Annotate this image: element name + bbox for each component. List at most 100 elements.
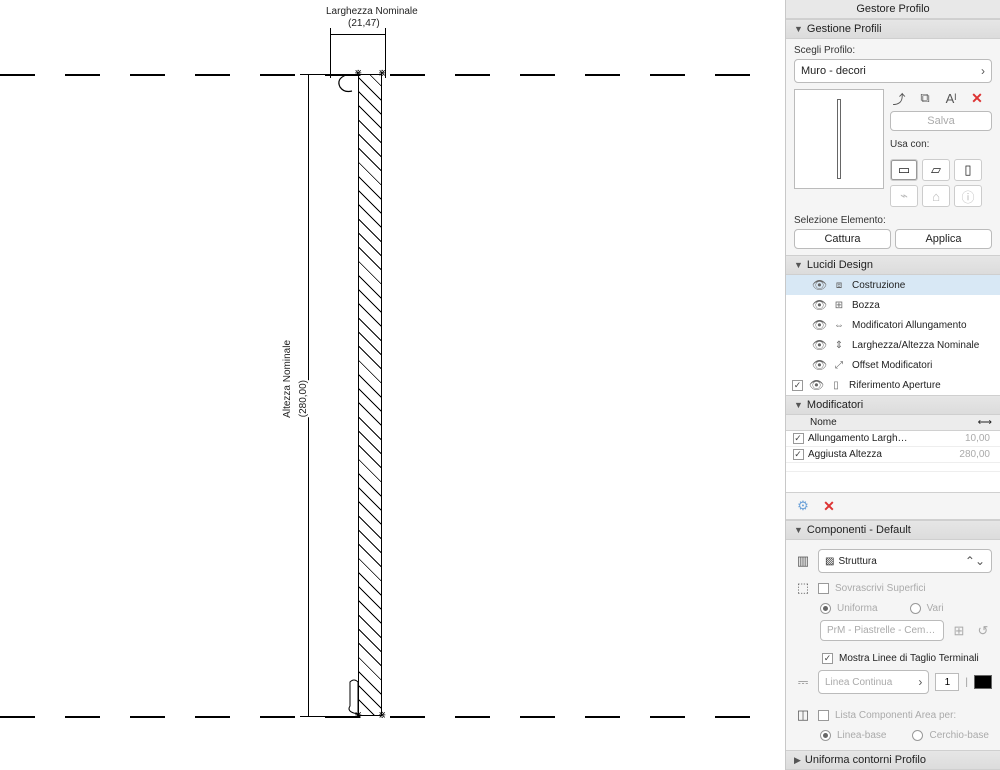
layer-row-offset[interactable]: 👁⤢Offset Modificatori [786, 355, 1000, 375]
line-style-icon: ⎓ [794, 673, 812, 691]
layer-row-costruzione[interactable]: 👁⧈Costruzione [786, 275, 1000, 295]
layer-row-larghezza-altezza[interactable]: 👁⇕Larghezza/Altezza Nominale [786, 335, 1000, 355]
section-label: Lucidi Design [807, 259, 873, 271]
material-combo[interactable]: PrM - Piastrelle - Cem… [820, 620, 944, 641]
eye-icon[interactable]: 👁 [812, 318, 826, 332]
layer-icon: ▯ [829, 380, 843, 391]
use-with-label: Usa con: [890, 139, 992, 150]
use-with-column[interactable]: ▯ [954, 159, 982, 181]
marker-x: ⋇ [378, 68, 386, 79]
dim-width-extent-left [330, 28, 331, 78]
section-label: Modificatori [807, 399, 863, 411]
selection-element-label: Selezione Elemento: [794, 215, 992, 226]
eye-icon[interactable]: 👁 [812, 358, 826, 372]
use-with-other[interactable]: ⓘ [954, 185, 982, 207]
apply-button[interactable]: Applica [895, 229, 992, 249]
disclosure-triangle-icon: ▼ [794, 400, 803, 410]
use-with-wall[interactable]: ▭ [890, 159, 918, 181]
layer-checkbox[interactable]: ✓ [792, 380, 803, 391]
eye-icon[interactable]: 👁 [812, 278, 826, 292]
disclosure-triangle-icon: ▼ [794, 260, 803, 270]
lista-componenti-checkbox[interactable] [818, 710, 829, 721]
linea-continua-combo[interactable]: Linea Continua› [818, 670, 929, 694]
profile-editor-canvas[interactable]: Larghezza Nominale (21,47) Altezza Nomin… [0, 0, 785, 770]
chevron-updown-icon: ⌃⌄ [965, 554, 985, 568]
marker-x: ⋇ [354, 68, 362, 79]
struttura-combo[interactable]: ▨Struttura ⌃⌄ [818, 549, 992, 573]
eye-icon[interactable]: 👁 [812, 298, 826, 312]
modifier-row[interactable]: ✓ Aggiusta Altezza 280,00 [786, 447, 1000, 463]
disclosure-triangle-icon: ▼ [794, 24, 803, 34]
mostra-linee-checkbox[interactable]: ✓ [822, 653, 833, 664]
save-button[interactable]: Salva [890, 111, 992, 131]
component-toolbar: ⚙ ✕ [786, 493, 1000, 520]
layer-row-riferimento-aperture[interactable]: ✓👁▯Riferimento Aperture [786, 375, 1000, 395]
layer-icon: ⇕ [832, 340, 846, 351]
panel-title: Gestore Profilo [786, 0, 1000, 19]
choose-profile-label: Scegli Profilo: [794, 45, 992, 56]
use-with-rail[interactable]: ⌁ [890, 185, 918, 207]
wall-profile[interactable] [358, 74, 382, 716]
hatch-icon: ▨ [825, 556, 834, 567]
modifier-row-empty [786, 463, 1000, 472]
marker-x: ⋇ [354, 710, 362, 721]
new-profile-icon[interactable]: ⤴ [890, 89, 908, 107]
capture-button[interactable]: Cattura [794, 229, 891, 249]
component-delete-icon[interactable]: ✕ [820, 497, 838, 515]
modifier-checkbox[interactable]: ✓ [793, 433, 804, 444]
section-lucidi-design[interactable]: ▼ Lucidi Design [786, 255, 1000, 275]
radio-uniforma[interactable] [820, 603, 831, 614]
area-icon: ◫ [794, 706, 812, 724]
col-name: Nome [810, 417, 946, 428]
section-gestione-profili[interactable]: ▼ Gestione Profili [786, 19, 1000, 39]
modifier-blank-area [786, 472, 1000, 493]
profile-combo-value: Muro - decori [801, 65, 866, 77]
structure-icon: ▥ [794, 552, 812, 570]
eye-icon[interactable]: 👁 [809, 378, 823, 392]
dim-width-label: Larghezza Nominale [324, 6, 420, 17]
dim-height-tick-top [300, 74, 332, 75]
disclosure-triangle-icon: ▼ [794, 525, 803, 535]
sovrascrivi-checkbox[interactable] [818, 583, 829, 594]
section-componenti[interactable]: ▼ Componenti - Default [786, 520, 1000, 540]
profile-preview[interactable] [794, 89, 884, 189]
layer-list: 👁⧈Costruzione 👁⊞Bozza 👁⇔Modificatori All… [786, 275, 1000, 395]
dim-height-tick-bottom [300, 716, 332, 717]
delete-profile-icon[interactable]: ✕ [968, 89, 986, 107]
layer-icon: ⇔ [832, 320, 846, 331]
material-reset-icon[interactable]: ↺ [974, 622, 992, 640]
section-label: Gestione Profili [807, 23, 882, 35]
dim-height-value: (280,00) [296, 380, 311, 417]
section-uniforma-contorni[interactable]: ▶ Uniforma contorni Profilo [786, 750, 1000, 770]
profile-manager-panel: Gestore Profilo ▼ Gestione Profili Scegl… [785, 0, 1000, 770]
layer-icon: ⤢ [832, 360, 846, 371]
col-value-icon: ⟷ [946, 417, 992, 428]
duplicate-profile-icon[interactable]: ⧉ [916, 89, 934, 107]
line-color-swatch[interactable] [974, 675, 992, 689]
layer-row-bozza[interactable]: 👁⊞Bozza [786, 295, 1000, 315]
radio-linea-base[interactable] [820, 730, 831, 741]
disclosure-triangle-icon: ▶ [794, 755, 801, 766]
radio-vari[interactable] [910, 603, 921, 614]
line-weight-input[interactable] [935, 673, 959, 691]
rename-profile-icon[interactable]: Aᴵ [942, 89, 960, 107]
section-modificatori[interactable]: ▼ Modificatori [786, 395, 1000, 415]
guide-line-bottom [0, 716, 780, 718]
layer-icon: ⧈ [832, 280, 846, 291]
section-label: Uniforma contorni Profilo [805, 754, 926, 766]
component-settings-icon[interactable]: ⚙ [794, 497, 812, 515]
layer-icon: ⊞ [832, 300, 846, 311]
section-label: Componenti - Default [807, 524, 911, 536]
material-picker-icon[interactable]: ⊞ [950, 622, 968, 640]
modifier-checkbox[interactable]: ✓ [793, 449, 804, 460]
use-with-object[interactable]: ⌂ [922, 185, 950, 207]
layer-row-modificatori-allungamento[interactable]: 👁⇔Modificatori Allungamento [786, 315, 1000, 335]
use-with-beam[interactable]: ▱ [922, 159, 950, 181]
radio-cerchio-base[interactable] [912, 730, 923, 741]
modifiers-header: Nome ⟷ [786, 415, 1000, 431]
profile-combo[interactable]: Muro - decori › [794, 59, 992, 83]
dim-width-value: (21,47) [346, 18, 382, 29]
modifier-row[interactable]: ✓ Allungamento Largh… 10,00 [786, 431, 1000, 447]
surface-icon: ⬚ [794, 579, 812, 597]
eye-icon[interactable]: 👁 [812, 338, 826, 352]
